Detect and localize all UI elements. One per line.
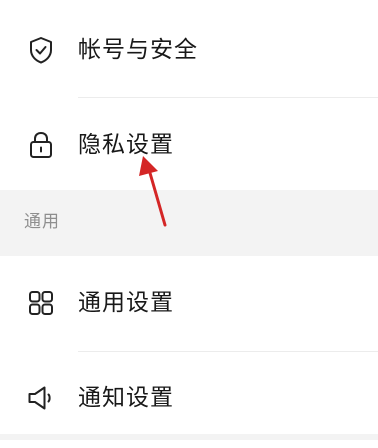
settings-row-account-security[interactable]: 帐号与安全 [0, 2, 378, 98]
settings-row-label: 帐号与安全 [78, 37, 198, 63]
speaker-icon [26, 383, 56, 413]
lock-icon [26, 130, 56, 160]
grid-icon [26, 288, 56, 318]
bottom-section-gap [0, 434, 378, 440]
settings-row-label: 通知设置 [78, 385, 174, 411]
section-header-general: 通用 [0, 190, 378, 256]
settings-list: 帐号与安全 隐私设置 通用 通用设置 通知设置 [0, 0, 378, 448]
settings-row-general[interactable]: 通用设置 [0, 256, 378, 352]
settings-row-label: 隐私设置 [78, 132, 174, 158]
settings-row-privacy[interactable]: 隐私设置 [0, 98, 378, 194]
section-title: 通用 [24, 212, 60, 232]
settings-row-label: 通用设置 [78, 290, 174, 316]
shield-check-icon [26, 35, 56, 65]
